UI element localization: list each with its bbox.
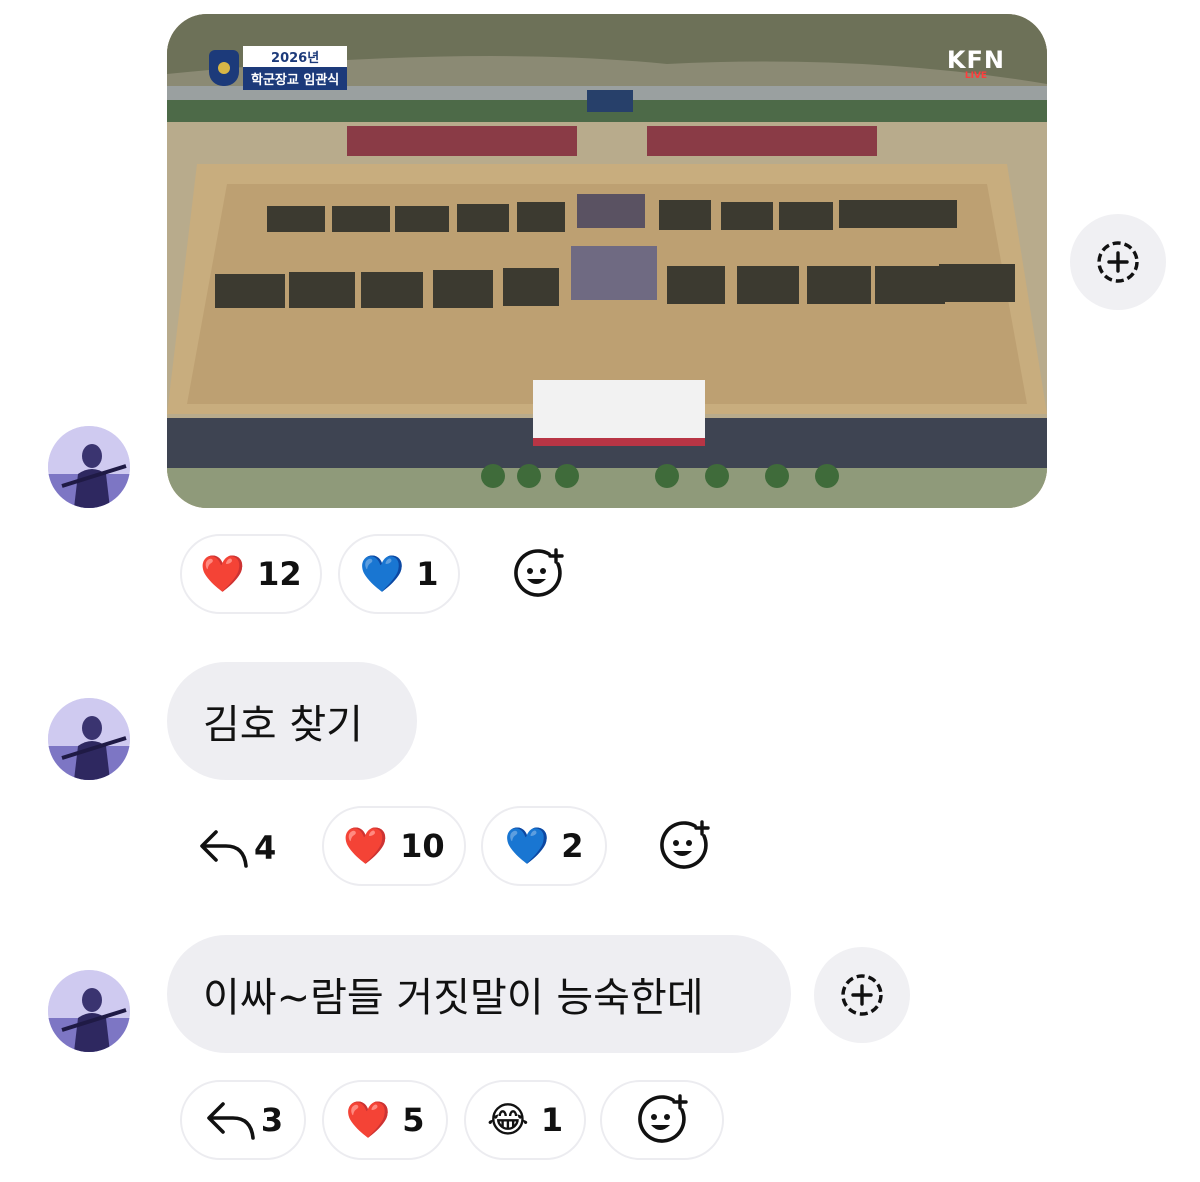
reply-arrow-icon xyxy=(200,830,248,868)
smiley-plus-icon xyxy=(638,1094,688,1143)
reaction-red-heart[interactable]: ❤️ 12 xyxy=(180,534,322,614)
red-heart-icon: ❤️ xyxy=(345,1100,391,1141)
blue-heart-icon: 💙 xyxy=(504,826,550,867)
laughing-face-icon: 😂 xyxy=(486,1099,529,1141)
reaction-count: 5 xyxy=(402,1101,425,1139)
red-heart-icon: ❤️ xyxy=(200,554,246,595)
reaction-count: 10 xyxy=(400,827,445,865)
reply-count: 3 xyxy=(260,1101,284,1139)
add-reaction-button[interactable] xyxy=(600,1080,724,1160)
add-reaction-button[interactable] xyxy=(644,806,724,886)
reply-count: 4 xyxy=(254,829,277,867)
media-image[interactable]: 2026년 학군장교 임관식 KFN LIVE xyxy=(167,14,1047,508)
broadcaster-logo: KFN LIVE xyxy=(946,46,1005,81)
reaction-count: 1 xyxy=(540,1101,564,1139)
reaction-blue-heart[interactable]: 💙 2 xyxy=(481,806,607,886)
reaction-count: 12 xyxy=(257,555,302,593)
red-heart-icon: ❤️ xyxy=(343,826,389,867)
reply-button[interactable]: 3 xyxy=(180,1080,306,1160)
smiley-plus-icon xyxy=(660,820,710,869)
add-to-image-button[interactable] xyxy=(1070,214,1166,310)
reaction-red-heart[interactable]: ❤️ 5 xyxy=(322,1080,448,1160)
reaction-blue-heart[interactable]: 💙 1 xyxy=(338,534,460,614)
avatar[interactable] xyxy=(48,970,130,1052)
badge-year: 2026년 xyxy=(243,46,348,67)
reaction-laughing[interactable]: 😂 1 xyxy=(464,1080,586,1160)
add-reaction-button[interactable] xyxy=(498,534,578,614)
message-text: 김호 찾기 xyxy=(203,702,363,748)
reaction-count: 1 xyxy=(416,555,439,593)
reply-arrow-icon xyxy=(207,1102,255,1140)
badge-title: 학군장교 임관식 xyxy=(243,67,348,90)
reaction-count: 2 xyxy=(561,827,584,865)
smiley-plus-icon xyxy=(514,548,564,597)
blue-heart-icon: 💙 xyxy=(359,554,405,595)
reaction-red-heart[interactable]: ❤️ 10 xyxy=(322,806,466,886)
reply-button[interactable]: 4 xyxy=(196,808,306,888)
dashed-plus-icon xyxy=(841,974,883,1016)
message-text: 이싸~람들 거짓말이 능숙한데 xyxy=(203,975,704,1021)
message-bubble[interactable]: 김호 찾기 xyxy=(167,662,417,780)
emblem-icon xyxy=(209,50,239,86)
avatar[interactable] xyxy=(48,698,130,780)
avatar[interactable] xyxy=(48,426,130,508)
broadcast-badge: 2026년 학군장교 임관식 xyxy=(209,46,348,90)
message-bubble[interactable]: 이싸~람들 거짓말이 능숙한데 xyxy=(167,935,791,1053)
dashed-plus-icon xyxy=(1097,241,1139,283)
add-to-message-button[interactable] xyxy=(814,947,910,1043)
